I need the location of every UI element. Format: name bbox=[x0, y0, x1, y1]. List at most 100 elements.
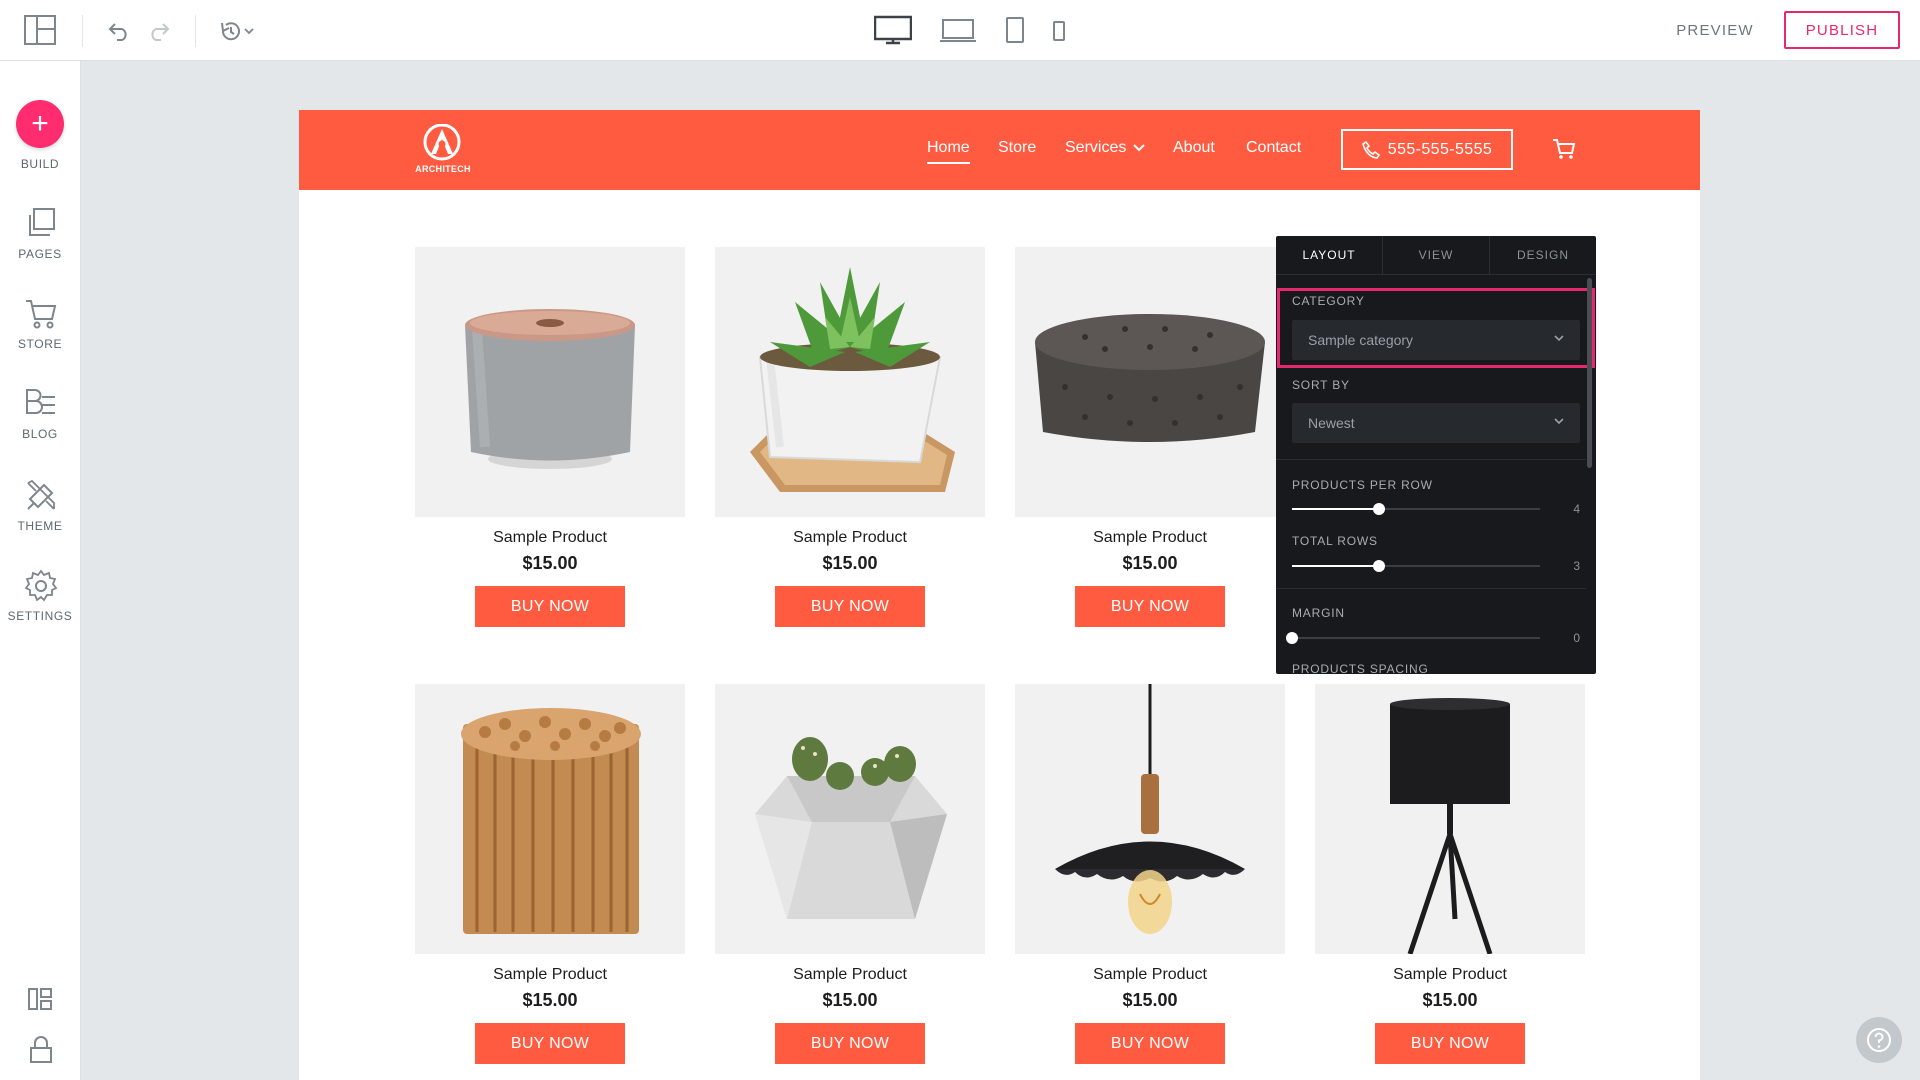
left-sidebar: + BUILD PAGES STORE BLOG THEME SETTINGS bbox=[0, 61, 81, 1080]
category-value: Sample category bbox=[1308, 332, 1414, 348]
tab-design[interactable]: DESIGN bbox=[1490, 236, 1596, 274]
buy-now-button[interactable]: BUY NOW bbox=[1375, 1023, 1525, 1064]
layers-icon bbox=[28, 988, 52, 1010]
product-card: Sample Product $15.00 BUY NOW bbox=[1015, 684, 1285, 1064]
chevron-down-icon bbox=[1133, 144, 1145, 152]
product-image[interactable] bbox=[1015, 684, 1285, 954]
nav-home[interactable]: Home bbox=[927, 139, 970, 164]
product-image[interactable] bbox=[715, 684, 985, 954]
nav-store[interactable]: Store bbox=[998, 139, 1036, 157]
slider-fill bbox=[1292, 565, 1379, 567]
sidebar-item-store[interactable]: STORE bbox=[0, 297, 80, 367]
tab-view[interactable]: VIEW bbox=[1383, 236, 1490, 274]
concrete-candle-image bbox=[465, 309, 635, 469]
publish-button[interactable]: PUBLISH bbox=[1784, 11, 1900, 49]
product-image[interactable] bbox=[715, 247, 985, 517]
tab-layout[interactable]: LAYOUT bbox=[1276, 236, 1383, 274]
product-image[interactable] bbox=[1015, 247, 1285, 517]
desktop-view-icon[interactable] bbox=[872, 13, 914, 47]
blog-icon bbox=[26, 389, 55, 414]
total-rows-slider[interactable] bbox=[1292, 560, 1540, 572]
buy-now-button[interactable]: BUY NOW bbox=[775, 586, 925, 627]
cart-icon[interactable] bbox=[1552, 138, 1576, 160]
build-button[interactable]: + bbox=[16, 100, 64, 148]
buy-now-button[interactable]: BUY NOW bbox=[475, 586, 625, 627]
margin-slider[interactable] bbox=[1286, 632, 1540, 644]
lock-button[interactable] bbox=[0, 1036, 80, 1066]
store-settings-panel: LAYOUT VIEW DESIGN CATEGORY Sample categ… bbox=[1276, 236, 1596, 674]
product-card: Sample Product $15.00 BUY NOW bbox=[415, 684, 685, 1064]
pendant-lamp-image bbox=[1055, 684, 1245, 934]
panel-scrollbar[interactable] bbox=[1587, 278, 1592, 468]
product-card: Sample Product $15.00 BUY NOW bbox=[415, 247, 685, 627]
lock-icon bbox=[30, 1036, 52, 1063]
brush-icon bbox=[27, 479, 55, 510]
sort-by-value: Newest bbox=[1308, 415, 1355, 431]
phone-icon bbox=[1361, 140, 1380, 159]
product-card: Sample Product $15.00 BUY NOW bbox=[1315, 684, 1585, 1064]
product-price: $15.00 bbox=[822, 553, 878, 573]
sidebar-item-label: STORE bbox=[17, 337, 63, 351]
product-name: Sample Product bbox=[493, 529, 607, 546]
margin-label: MARGIN bbox=[1292, 606, 1345, 620]
architech-logo-icon bbox=[423, 124, 461, 161]
undo-icon[interactable] bbox=[104, 16, 134, 46]
panel-divider bbox=[1276, 459, 1586, 460]
product-image[interactable] bbox=[1315, 684, 1585, 954]
succulent-pot-image bbox=[750, 267, 955, 492]
panel-divider bbox=[1276, 588, 1586, 589]
total-rows-label: TOTAL ROWS bbox=[1292, 534, 1378, 548]
sidebar-item-label: THEME bbox=[17, 519, 63, 533]
product-image[interactable] bbox=[415, 684, 685, 954]
question-icon bbox=[1867, 1028, 1891, 1052]
product-price: $15.00 bbox=[522, 990, 578, 1010]
pages-icon bbox=[29, 208, 55, 236]
sort-by-select[interactable]: Newest bbox=[1292, 403, 1580, 443]
plus-icon: + bbox=[31, 107, 49, 140]
product-price: $15.00 bbox=[522, 553, 578, 573]
cactus-pot-image bbox=[755, 737, 947, 919]
laptop-view-icon[interactable] bbox=[938, 14, 978, 46]
site-logo[interactable]: ARCHITECH bbox=[411, 124, 473, 176]
sidebar-item-settings[interactable]: SETTINGS bbox=[0, 569, 80, 639]
category-select[interactable]: Sample category bbox=[1292, 320, 1580, 360]
buy-now-button[interactable]: BUY NOW bbox=[1075, 1023, 1225, 1064]
products-per-row-slider[interactable] bbox=[1292, 503, 1540, 515]
slider-handle[interactable] bbox=[1372, 503, 1385, 515]
top-toolbar: PREVIEW PUBLISH bbox=[0, 0, 1920, 61]
total-rows-value: 3 bbox=[1573, 559, 1580, 573]
buy-now-button[interactable]: BUY NOW bbox=[475, 1023, 625, 1064]
sidebar-item-theme[interactable]: THEME bbox=[0, 479, 80, 549]
nav-services[interactable]: Services bbox=[1065, 139, 1145, 157]
nav-contact[interactable]: Contact bbox=[1246, 139, 1301, 157]
sidebar-item-label: SETTINGS bbox=[7, 609, 73, 623]
nav-about[interactable]: About bbox=[1173, 139, 1215, 157]
help-button[interactable] bbox=[1856, 1017, 1902, 1063]
phone-button[interactable]: 555-555-5555 bbox=[1341, 129, 1513, 170]
sidebar-item-pages[interactable]: PAGES bbox=[0, 207, 80, 277]
product-card: Sample Product $15.00 BUY NOW bbox=[1015, 247, 1285, 627]
product-card: Sample Product $15.00 BUY NOW bbox=[715, 247, 985, 627]
redo-icon[interactable] bbox=[144, 16, 174, 46]
chevron-down-icon bbox=[1554, 418, 1564, 425]
mobile-view-icon[interactable] bbox=[1051, 18, 1067, 44]
category-label: CATEGORY bbox=[1292, 294, 1365, 308]
preview-button[interactable]: PREVIEW bbox=[1660, 14, 1770, 46]
product-price: $15.00 bbox=[1422, 990, 1478, 1010]
sidebar-item-blog[interactable]: BLOG bbox=[0, 387, 80, 457]
tablet-view-icon[interactable] bbox=[1003, 14, 1027, 46]
panel-tabs: LAYOUT VIEW DESIGN bbox=[1276, 236, 1596, 275]
buy-now-button[interactable]: BUY NOW bbox=[775, 1023, 925, 1064]
products-per-row-value: 4 bbox=[1573, 502, 1580, 516]
history-icon[interactable] bbox=[218, 16, 258, 46]
product-image[interactable] bbox=[415, 247, 685, 517]
sort-by-label: SORT BY bbox=[1292, 378, 1350, 392]
wood-stool-image bbox=[461, 708, 641, 934]
layout-panel-icon[interactable] bbox=[22, 13, 58, 47]
sidebar-item-build-label: BUILD bbox=[20, 157, 60, 171]
slider-handle[interactable] bbox=[1372, 560, 1385, 572]
buy-now-button[interactable]: BUY NOW bbox=[1075, 586, 1225, 627]
product-price: $15.00 bbox=[1122, 990, 1178, 1010]
layers-button[interactable] bbox=[0, 987, 80, 1017]
slider-handle[interactable] bbox=[1286, 632, 1298, 644]
